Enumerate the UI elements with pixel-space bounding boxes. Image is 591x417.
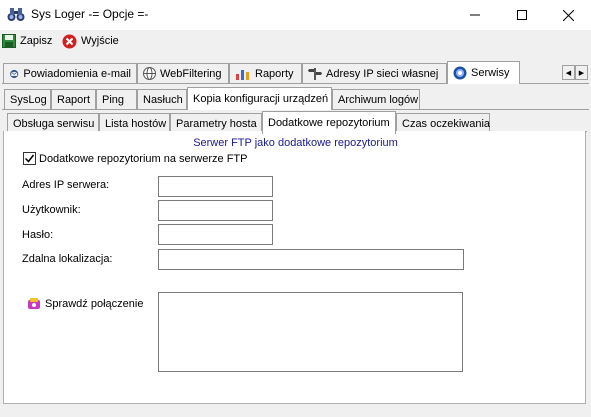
tab-raport[interactable]: Raport	[51, 89, 96, 109]
tab-webfiltering[interactable]: WebFiltering	[137, 63, 229, 83]
exit-icon	[62, 34, 77, 48]
server-ip-label: Adres IP serwera:	[22, 179, 110, 191]
tab-obsluga-serwisu[interactable]: Obsługa serwisu	[7, 113, 99, 133]
tab-label: Adresy IP sieci własnej	[326, 67, 439, 80]
server-ip-input[interactable]	[158, 176, 273, 197]
signpost-icon	[308, 68, 322, 80]
close-button[interactable]	[545, 0, 591, 30]
tab-label: Archiwum logów	[338, 93, 419, 106]
save-icon	[2, 34, 16, 48]
tab-raporty[interactable]: Raporty	[229, 63, 302, 83]
tab-label: Ping	[102, 93, 125, 106]
section-title: Serwer FTP jako dodatkowe repozytorium	[193, 137, 398, 149]
tab-label: SysLog	[10, 93, 47, 106]
tab-czas-oczekiwania[interactable]: Czas oczekiwania	[396, 113, 490, 133]
email-icon	[10, 69, 19, 78]
tab-serwisy[interactable]: Serwisy	[447, 61, 520, 84]
tab-adresy-ip[interactable]: Adresy IP sieci własnej	[302, 63, 447, 83]
maximize-icon	[517, 10, 527, 20]
binoculars-icon	[7, 8, 25, 21]
toolbar: Zapisz Wyjście	[0, 30, 591, 52]
window-bottom-edge	[0, 404, 591, 417]
minimize-button[interactable]	[452, 0, 498, 30]
checkbox-box[interactable]	[23, 152, 36, 165]
remote-location-input[interactable]	[158, 249, 464, 270]
tab-label: Powiadomienia e-mail	[23, 67, 131, 80]
tab-nasluch[interactable]: Nasłuch	[137, 89, 187, 109]
check-connection-button[interactable]: Sprawdź połączenie	[27, 297, 143, 310]
main-tabs: Powiadomienia e-mail WebFiltering Raport…	[0, 61, 560, 84]
tab-archiwum-logow[interactable]: Archiwum logów	[332, 89, 420, 109]
tab-label: Serwisy	[471, 67, 510, 79]
tab-label: Parametry hosta	[176, 117, 257, 130]
check-connection-label: Sprawdź połączenie	[45, 297, 144, 310]
exit-label: Wyjście	[81, 35, 119, 47]
tab-syslog[interactable]: SysLog	[4, 89, 51, 109]
ftp-repository-checkbox[interactable]: Dodatkowe repozytorium na serwerze FTP	[23, 152, 247, 165]
user-label: Użytkownik:	[22, 204, 81, 216]
maximize-button[interactable]	[499, 0, 545, 30]
password-input[interactable]	[158, 224, 273, 245]
password-label: Hasło:	[22, 229, 54, 241]
tab-label: Nasłuch	[143, 93, 183, 106]
globe-icon	[143, 67, 156, 80]
minimize-icon	[470, 14, 480, 16]
tab-scroll-arrows: ◀ ▶	[562, 65, 588, 80]
tab-label: Raporty	[255, 67, 294, 80]
tab-parametry-hosta[interactable]: Parametry hosta	[170, 113, 262, 133]
tab-label: Kopia konfiguracji urządzeń	[193, 93, 329, 105]
tab-lista-hostow[interactable]: Lista hostów	[99, 113, 170, 133]
chart-icon	[236, 69, 249, 80]
window-title: Sys Loger -= Opcje =-	[31, 7, 149, 21]
exit-button[interactable]: Wyjście	[62, 32, 119, 50]
scroll-right-icon[interactable]: ▶	[575, 65, 588, 80]
tab-label: Obsługa serwisu	[13, 117, 95, 130]
tab-ping[interactable]: Ping	[96, 89, 137, 109]
tab-label: Lista hostów	[105, 117, 167, 130]
backup-tabs: Obsługa serwisu Lista hostów Parametry h…	[0, 111, 580, 134]
tab-label: Raport	[57, 93, 91, 106]
user-input[interactable]	[158, 200, 273, 221]
tab-kopia-konfiguracji[interactable]: Kopia konfiguracji urządzeń	[187, 87, 332, 110]
save-button[interactable]: Zapisz	[2, 32, 52, 50]
connection-icon	[28, 298, 40, 309]
remote-location-label: Zdalna lokalizacja:	[22, 253, 113, 265]
tab-label: Dodatkowe repozytorium	[268, 117, 390, 129]
scroll-left-icon[interactable]: ◀	[562, 65, 575, 80]
services-icon	[453, 66, 467, 80]
service-tabs: SysLog Raport Ping Nasłuch Kopia konfigu…	[0, 87, 580, 110]
tab-dodatkowe-repozytorium[interactable]: Dodatkowe repozytorium	[262, 111, 396, 134]
checkbox-label: Dodatkowe repozytorium na serwerze FTP	[39, 152, 248, 165]
tab-label: Czas oczekiwania	[402, 117, 491, 130]
tab-label: WebFiltering	[160, 67, 222, 80]
close-icon	[562, 9, 574, 21]
save-label: Zapisz	[20, 35, 53, 47]
check-icon	[24, 154, 35, 163]
tab-powiadomienia-email[interactable]: Powiadomienia e-mail	[3, 63, 137, 83]
connection-result-box[interactable]	[158, 292, 463, 372]
title-bar: Sys Loger -= Opcje =-	[0, 0, 591, 30]
